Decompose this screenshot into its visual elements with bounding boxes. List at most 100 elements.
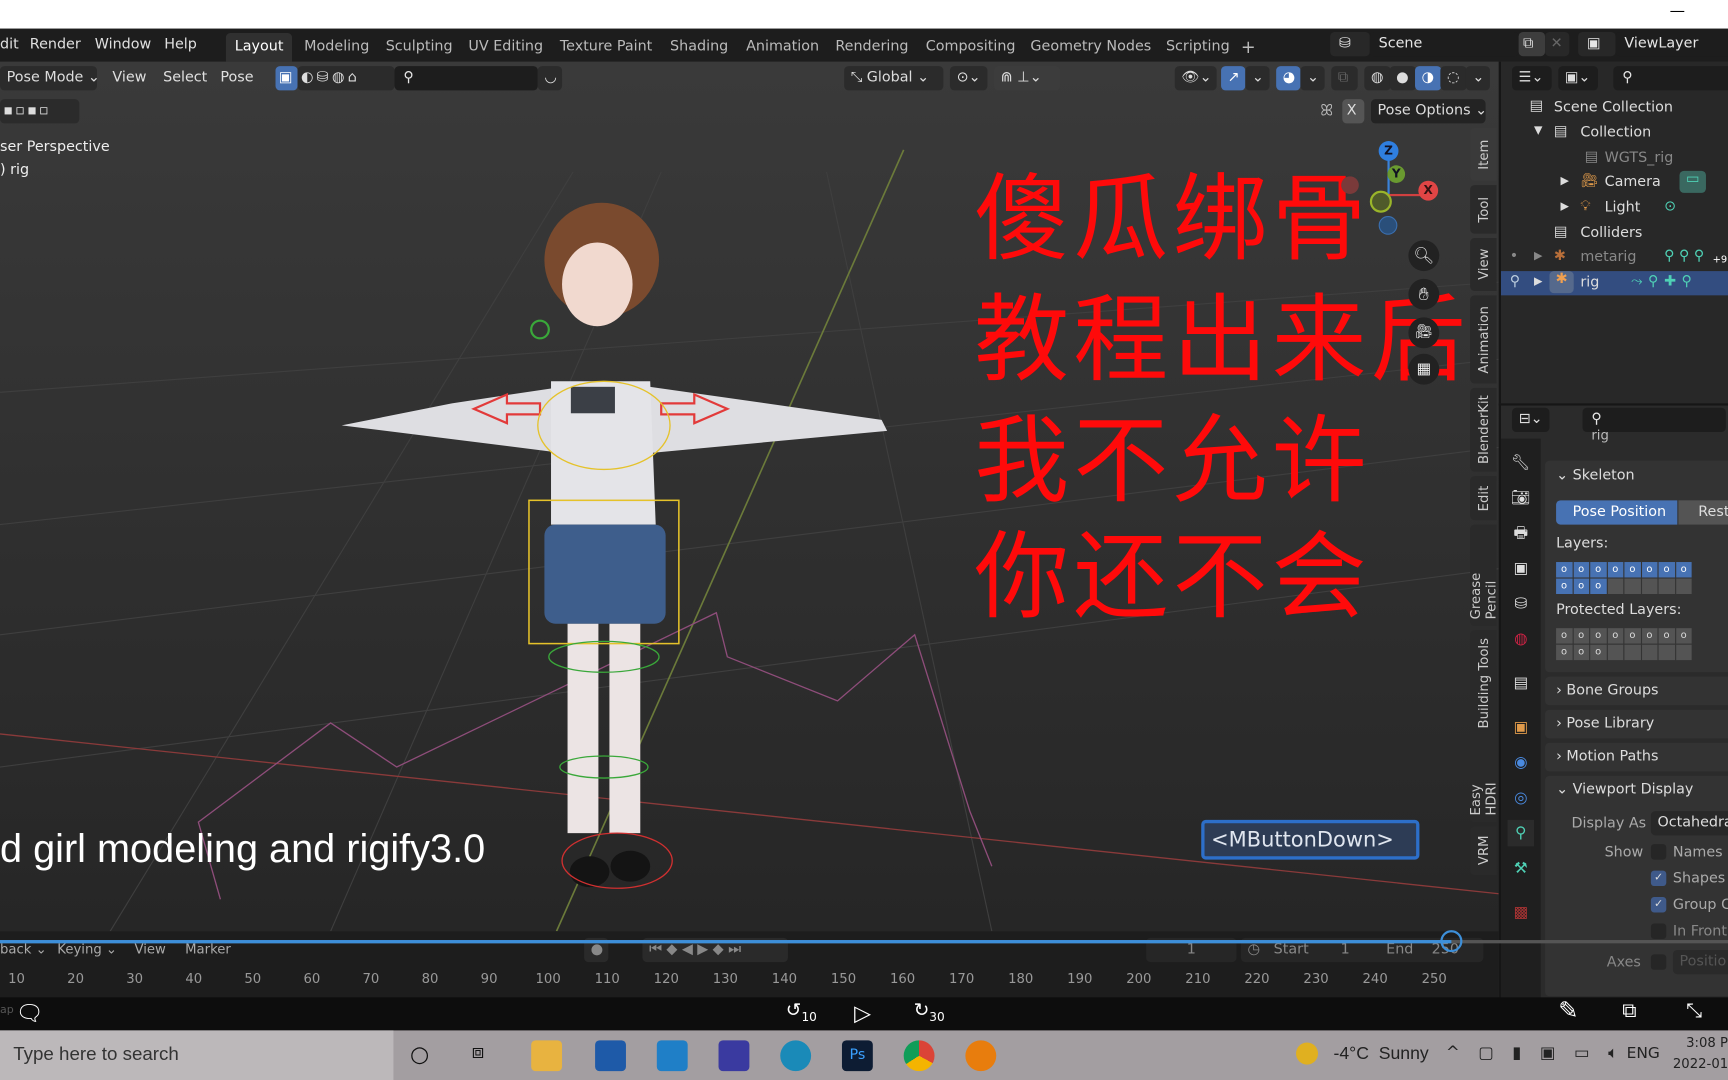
sidebar-tab-tool[interactable]: Tool [1470, 185, 1497, 234]
viewport-search-input[interactable]: ⚲ [394, 66, 538, 91]
protected-layers-grid[interactable]: ooooooooooo [1556, 628, 1692, 661]
camera-view-icon[interactable]: 🎥︎ [1408, 317, 1440, 349]
layer-cell[interactable]: o [1556, 628, 1573, 644]
select-box-icon[interactable]: ▣ [275, 66, 298, 91]
photoshop-icon[interactable]: Ps [841, 1040, 873, 1072]
sidebar-tab-blenderkit[interactable]: BlenderKit [1470, 387, 1497, 472]
sidebar-tab-grease-pencil[interactable]: Grease Pencil [1468, 524, 1499, 626]
new-scene-icon[interactable]: ⧉ [1518, 31, 1546, 57]
viewport-display-header[interactable]: ⌄ Viewport Display [1556, 781, 1693, 798]
sidebar-tab-easy-hdri[interactable]: Easy HDRI [1468, 740, 1499, 823]
scene-name-field[interactable]: Scene [1369, 31, 1519, 57]
video-progress-handle[interactable] [1440, 930, 1463, 953]
scene-selector-icon[interactable]: ⛁ [1330, 31, 1370, 57]
layer-cell[interactable] [1658, 578, 1675, 594]
menu-help[interactable]: Help [164, 36, 197, 53]
rendered-shading-icon[interactable]: ◌ [1440, 66, 1467, 91]
bone-layers-grid[interactable]: ooooooooooo [1556, 562, 1692, 594]
expand-arrow-icon[interactable]: ▶ [1534, 276, 1542, 288]
layer-cell[interactable]: o [1556, 644, 1573, 661]
clock-time[interactable]: 3:08 PI [1686, 1035, 1728, 1050]
layer-cell[interactable]: o [1624, 628, 1641, 644]
sidebar-tab-building-tools[interactable]: Building Tools [1470, 630, 1497, 737]
menu-pose[interactable]: Pose [220, 69, 253, 86]
sidebar-tab-edit[interactable]: Edit [1470, 476, 1497, 521]
rewind-icon[interactable]: ↺10 [786, 1000, 817, 1025]
snap-magnet-icon[interactable]: ⋒ ⊥⌄ [994, 66, 1061, 91]
delete-scene-icon[interactable]: ✕ [1545, 31, 1570, 57]
pan-hand-icon[interactable]: ✋︎ [1408, 278, 1440, 310]
layer-cell[interactable] [1675, 578, 1692, 594]
display-mode-icon[interactable]: ☰⌄ [1511, 66, 1552, 91]
expand-arrow-icon[interactable]: ▼ [1534, 125, 1542, 137]
transform-orientation-dropdown[interactable]: ⤡ Global ⌄ [844, 66, 944, 91]
layer-cell[interactable]: o [1556, 578, 1573, 594]
layer-cell[interactable]: o [1658, 562, 1675, 578]
outliner-row-wgts-rig[interactable]: ▤ WGTS_rig [1501, 147, 1728, 171]
rest-position-button[interactable]: Rest [1678, 500, 1728, 525]
microsoft-store-icon[interactable] [595, 1040, 626, 1072]
menu-edit[interactable]: dit [0, 36, 19, 53]
outliner-search-input[interactable]: ⚲ [1613, 66, 1728, 91]
layer-cell[interactable] [1607, 644, 1624, 661]
tab-geometry-nodes[interactable]: Geometry Nodes [1022, 33, 1160, 62]
armature-data-tab-icon[interactable]: ⚲ [1507, 819, 1535, 847]
filter-icons[interactable]: ◐⛁◍⌂ [297, 66, 395, 91]
add-workspace-button[interactable]: + [1232, 31, 1264, 60]
expand-arrow-icon[interactable]: ▶ [1560, 175, 1568, 187]
tab-compositing[interactable]: Compositing [917, 33, 1024, 62]
play-icon[interactable]: ▷ [854, 1000, 871, 1026]
selection-mode-icons[interactable]: ▪▫▪▫ [0, 99, 80, 124]
gizmo-toggle-icon[interactable]: ↗ [1221, 66, 1246, 91]
sidebar-tab-animation[interactable]: Animation [1470, 295, 1497, 384]
view-layer-field[interactable]: ViewLayer [1615, 31, 1728, 57]
xray-icon[interactable]: ⧉ [1331, 66, 1358, 91]
tab-texture-paint[interactable]: Texture Paint [551, 33, 661, 62]
layer-cell[interactable] [1641, 578, 1658, 594]
group-colors-checkbox[interactable]: ✓ [1650, 897, 1667, 913]
overlays-options-icon[interactable]: ⌄ [1300, 66, 1325, 91]
cortana-icon[interactable]: ○ [410, 1040, 429, 1066]
bone-tab-icon[interactable]: ⚒ [1508, 855, 1534, 881]
layer-cell[interactable]: o [1675, 628, 1692, 644]
navigation-gizmo[interactable]: Z Y X [1339, 139, 1449, 238]
layer-cell[interactable]: o [1573, 644, 1590, 661]
axes-position-field[interactable]: Positio [1672, 949, 1728, 975]
menu-select[interactable]: Select [163, 69, 207, 86]
pose-library-panel[interactable]: › Pose Library [1545, 709, 1728, 739]
selectability-icon[interactable]: 👁︎⌄ [1174, 66, 1217, 91]
tool-tab-icon[interactable]: 🔧︎ [1508, 450, 1534, 476]
file-explorer-icon[interactable] [531, 1040, 563, 1072]
taskbar-search-input[interactable]: Type here to search [0, 1030, 394, 1080]
world-tab-icon[interactable]: ◍ [1508, 626, 1534, 652]
layer-cell[interactable] [1624, 644, 1641, 661]
layer-cell[interactable]: o [1624, 562, 1641, 578]
layer-cell[interactable]: o [1556, 562, 1573, 578]
mail-icon[interactable] [656, 1040, 688, 1072]
layer-cell[interactable] [1624, 578, 1641, 594]
physics-tab-icon[interactable]: ◉ [1508, 749, 1534, 775]
object-tab-icon[interactable]: ▣ [1508, 714, 1534, 740]
gizmo-z-axis[interactable]: Z [1378, 141, 1399, 161]
outliner-row-light[interactable]: ▶ 💡︎ Light ⊙ [1501, 196, 1728, 220]
zoom-view-icon[interactable]: 🔍︎ [1408, 240, 1440, 272]
mode-dropdown[interactable]: Pose Mode ⌄ [0, 66, 100, 91]
mirror-x-toggle[interactable]: X [1342, 99, 1365, 124]
shapes-checkbox[interactable]: ✓ [1650, 870, 1667, 887]
output-tab-icon[interactable]: 🖶 [1508, 520, 1534, 546]
forward-icon[interactable]: ↻30 [914, 1000, 945, 1025]
texture-tab-icon[interactable]: ▩ [1508, 899, 1534, 925]
layer-cell[interactable]: o [1573, 628, 1590, 644]
layer-cell[interactable]: o [1573, 562, 1590, 578]
chrome-icon[interactable] [903, 1040, 935, 1072]
layer-cell[interactable] [1658, 644, 1675, 661]
layer-cell[interactable]: o [1675, 562, 1692, 578]
view-layer-tab-icon[interactable]: ▣ [1508, 555, 1534, 581]
layer-cell[interactable]: o [1607, 562, 1624, 578]
layer-cell[interactable]: o [1658, 628, 1675, 644]
language-indicator[interactable]: ENG [1627, 1045, 1660, 1063]
gizmo-options-icon[interactable]: ⌄ [1245, 66, 1270, 91]
display-as-dropdown[interactable]: Octahedral [1650, 811, 1728, 836]
gizmo-x-axis[interactable]: X [1418, 180, 1439, 201]
camera-data-icon[interactable]: ▭ [1679, 170, 1706, 193]
